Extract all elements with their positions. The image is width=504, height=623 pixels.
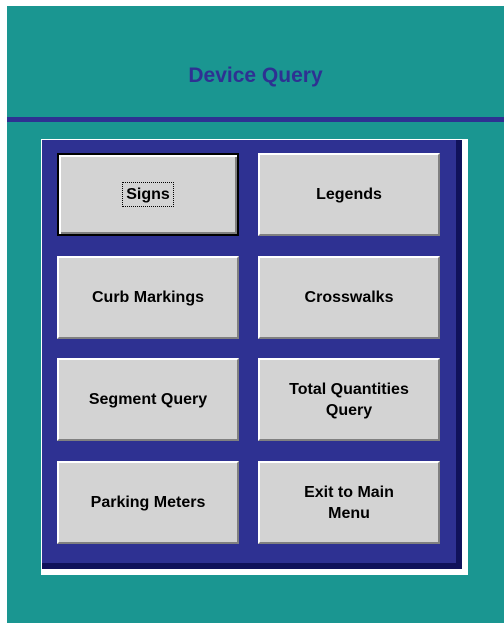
parking-meters-button-label: Parking Meters	[90, 494, 206, 511]
crosswalks-button[interactable]: Crosswalks	[258, 256, 440, 339]
legends-button-label: Legends	[316, 186, 382, 203]
segment-query-button-label: Segment Query	[88, 391, 208, 408]
parking-meters-button[interactable]: Parking Meters	[57, 461, 239, 544]
signs-button-label: Signs	[122, 182, 174, 207]
form-title: Device Query	[188, 64, 323, 87]
crosswalks-button-label: Crosswalks	[304, 289, 394, 306]
exit-to-main-menu-button[interactable]: Exit to Main Menu	[258, 461, 440, 544]
total-quantities-query-button[interactable]: Total Quantities Query	[258, 358, 440, 441]
curb-markings-button-label: Curb Markings	[91, 289, 204, 306]
signs-button[interactable]: Signs	[57, 153, 239, 236]
legends-button[interactable]: Legends	[258, 153, 440, 236]
total-quantities-query-button-label: Total Quantities Query	[289, 380, 409, 419]
title-divider	[7, 117, 504, 122]
exit-to-main-menu-button-label: Exit to Main Menu	[304, 483, 394, 522]
segment-query-button[interactable]: Segment Query	[57, 358, 239, 441]
curb-markings-button[interactable]: Curb Markings	[57, 256, 239, 339]
